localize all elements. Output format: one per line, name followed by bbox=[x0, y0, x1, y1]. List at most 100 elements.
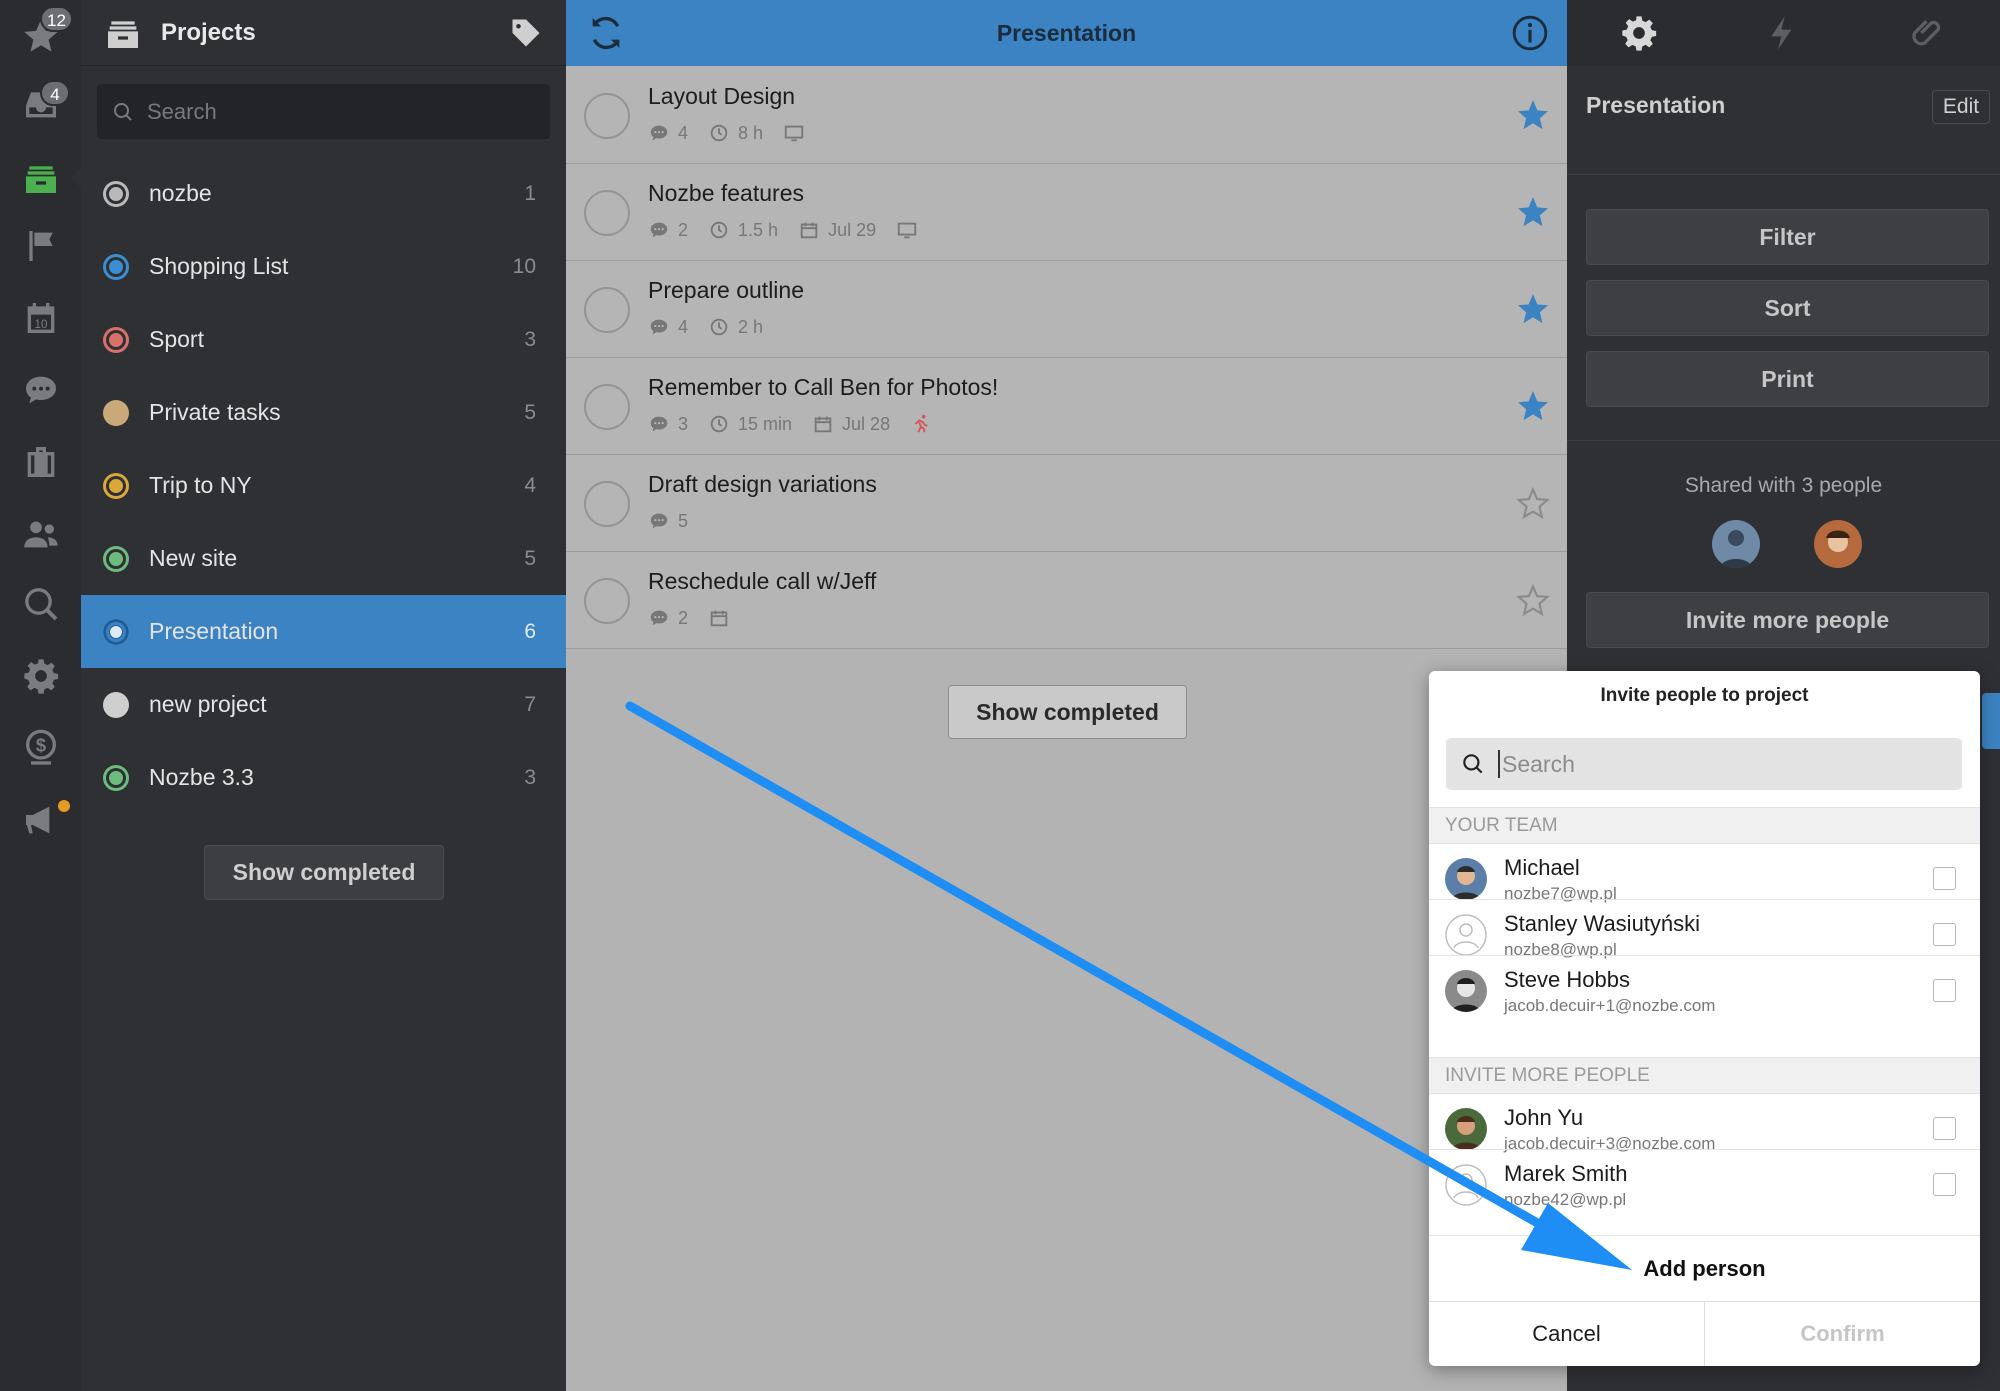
person-name: Stanley Wasiutyński bbox=[1504, 911, 1701, 936]
calendar-icon bbox=[710, 610, 728, 627]
icon-rail: 12 4 10 $ bbox=[0, 0, 81, 1391]
project-color-dot bbox=[103, 399, 129, 426]
dialog-footer: Cancel Confirm bbox=[1429, 1301, 1980, 1366]
project-task-count: 5 bbox=[524, 400, 536, 424]
comment-icon bbox=[650, 222, 668, 238]
project-item[interactable]: Private tasks 5 bbox=[81, 376, 566, 449]
labels-nav[interactable] bbox=[0, 210, 81, 282]
starred-icon[interactable] bbox=[1515, 97, 1551, 133]
task-title: Draft design variations bbox=[648, 471, 877, 497]
task-meta: 2 1.5 h Jul 29 bbox=[648, 219, 946, 241]
search-placeholder: Search bbox=[1502, 750, 1575, 777]
starred-icon[interactable] bbox=[1515, 388, 1551, 424]
task-comments: 4 bbox=[648, 316, 688, 338]
invite-more-people-button[interactable]: Invite more people bbox=[1586, 592, 1989, 648]
cancel-button[interactable]: Cancel bbox=[1429, 1302, 1705, 1366]
task-complete-checkbox[interactable] bbox=[584, 384, 630, 430]
invite-search-input[interactable]: Search bbox=[1446, 738, 1962, 790]
project-name: Shopping List bbox=[149, 253, 289, 279]
person-row[interactable]: Steve Hobbs jacob.decuir+1@nozbe.com bbox=[1429, 955, 1980, 1026]
edit-project-button[interactable]: Edit bbox=[1932, 90, 1990, 124]
sort-button[interactable]: Sort bbox=[1586, 280, 1989, 336]
priority-nav[interactable]: 12 bbox=[0, 0, 81, 72]
date-value: Jul 29 bbox=[828, 219, 877, 240]
refresh-icon[interactable] bbox=[586, 13, 626, 53]
tag-icon[interactable] bbox=[508, 15, 544, 51]
task-due-date: Jul 29 bbox=[798, 219, 876, 241]
select-person-checkbox[interactable] bbox=[1933, 1117, 1956, 1140]
comments-nav[interactable] bbox=[0, 354, 81, 426]
task-row[interactable]: Reschedule call w/Jeff 2 bbox=[566, 552, 1567, 649]
avatar[interactable] bbox=[1814, 520, 1862, 568]
search-nav[interactable] bbox=[0, 568, 81, 640]
task-row[interactable]: Draft design variations 5 bbox=[566, 455, 1567, 552]
tab-attachments[interactable] bbox=[1856, 0, 2000, 66]
billing-nav[interactable]: $ bbox=[0, 712, 81, 784]
task-title: Layout Design bbox=[648, 83, 796, 109]
starred-icon[interactable] bbox=[1515, 194, 1551, 230]
settings-nav[interactable] bbox=[0, 640, 81, 712]
info-icon[interactable] bbox=[1511, 14, 1549, 52]
print-button[interactable]: Print bbox=[1586, 351, 1989, 407]
projects-nav[interactable] bbox=[0, 142, 81, 214]
task-row[interactable]: Nozbe features 2 1.5 h Jul 29 bbox=[566, 164, 1567, 261]
comment-icon bbox=[650, 319, 668, 335]
task-due-date bbox=[708, 607, 738, 629]
task-title: Reschedule call w/Jeff bbox=[648, 568, 877, 594]
projects-search-input[interactable]: Search bbox=[97, 84, 550, 139]
task-row[interactable]: Layout Design 4 8 h bbox=[566, 67, 1567, 164]
project-item[interactable]: Shopping List 10 bbox=[81, 230, 566, 303]
project-name: Presentation bbox=[149, 618, 279, 644]
project-item[interactable]: nozbe 1 bbox=[81, 157, 566, 230]
task-complete-checkbox[interactable] bbox=[584, 481, 630, 527]
select-person-checkbox[interactable] bbox=[1933, 867, 1956, 890]
star-outline-icon[interactable] bbox=[1515, 485, 1551, 521]
starred-icon[interactable] bbox=[1515, 291, 1551, 327]
project-color-dot bbox=[103, 691, 129, 718]
task-complete-checkbox[interactable] bbox=[584, 93, 630, 139]
text-caret bbox=[1498, 750, 1500, 778]
task-row[interactable]: Prepare outline 4 2 h bbox=[566, 261, 1567, 358]
project-item[interactable]: Nozbe 3.3 3 bbox=[81, 741, 566, 814]
projects-icon bbox=[25, 166, 56, 193]
project-item[interactable]: new project 7 bbox=[81, 668, 566, 741]
team-nav[interactable] bbox=[0, 498, 81, 570]
project-item[interactable]: New site 5 bbox=[81, 522, 566, 595]
person-row[interactable]: Marek Smith nozbe42@wp.pl bbox=[1429, 1149, 1980, 1220]
avatar bbox=[1445, 858, 1487, 900]
avatar[interactable] bbox=[1712, 520, 1760, 568]
confirm-button[interactable]: Confirm bbox=[1705, 1302, 1980, 1366]
templates-nav[interactable] bbox=[0, 426, 81, 498]
svg-text:$: $ bbox=[35, 734, 45, 755]
megaphone-icon bbox=[25, 806, 49, 834]
task-complete-checkbox[interactable] bbox=[584, 287, 630, 333]
star-outline-icon[interactable] bbox=[1515, 582, 1551, 618]
select-person-checkbox[interactable] bbox=[1933, 923, 1956, 946]
task-row[interactable]: Remember to Call Ben for Photos! 3 15 min J… bbox=[566, 358, 1567, 455]
project-item[interactable]: Presentation 6 bbox=[81, 595, 566, 668]
select-person-checkbox[interactable] bbox=[1933, 1173, 1956, 1196]
show-completed-button[interactable]: Show completed bbox=[948, 685, 1187, 739]
project-title: Presentation bbox=[996, 19, 1137, 46]
tab-settings[interactable] bbox=[1567, 0, 1711, 66]
filter-button[interactable]: Filter bbox=[1586, 209, 1989, 265]
task-complete-checkbox[interactable] bbox=[584, 578, 630, 624]
task-comments: 4 bbox=[648, 122, 688, 144]
inbox-nav[interactable]: 4 bbox=[0, 68, 81, 140]
projects-show-completed-button[interactable]: Show completed bbox=[204, 845, 444, 900]
shared-with-text: Shared with 3 people bbox=[1684, 474, 1883, 497]
select-person-checkbox[interactable] bbox=[1933, 979, 1956, 1002]
task-complete-checkbox[interactable] bbox=[584, 190, 630, 236]
search-placeholder: Search bbox=[147, 98, 217, 124]
task-title: Nozbe features bbox=[648, 180, 804, 206]
project-item[interactable]: Trip to NY 4 bbox=[81, 449, 566, 522]
tab-actions[interactable] bbox=[1711, 0, 1855, 66]
calendar-nav[interactable]: 10 bbox=[0, 282, 81, 354]
add-person-button[interactable]: Add person bbox=[1429, 1235, 1980, 1301]
projects-panel: Projects Search nozbe 1 Shopping List 10 Spo… bbox=[81, 0, 566, 1391]
news-nav[interactable] bbox=[0, 784, 81, 856]
task-context bbox=[910, 413, 940, 435]
project-task-count: 3 bbox=[524, 327, 536, 351]
gear-icon bbox=[23, 659, 58, 694]
project-item[interactable]: Sport 3 bbox=[81, 303, 566, 376]
